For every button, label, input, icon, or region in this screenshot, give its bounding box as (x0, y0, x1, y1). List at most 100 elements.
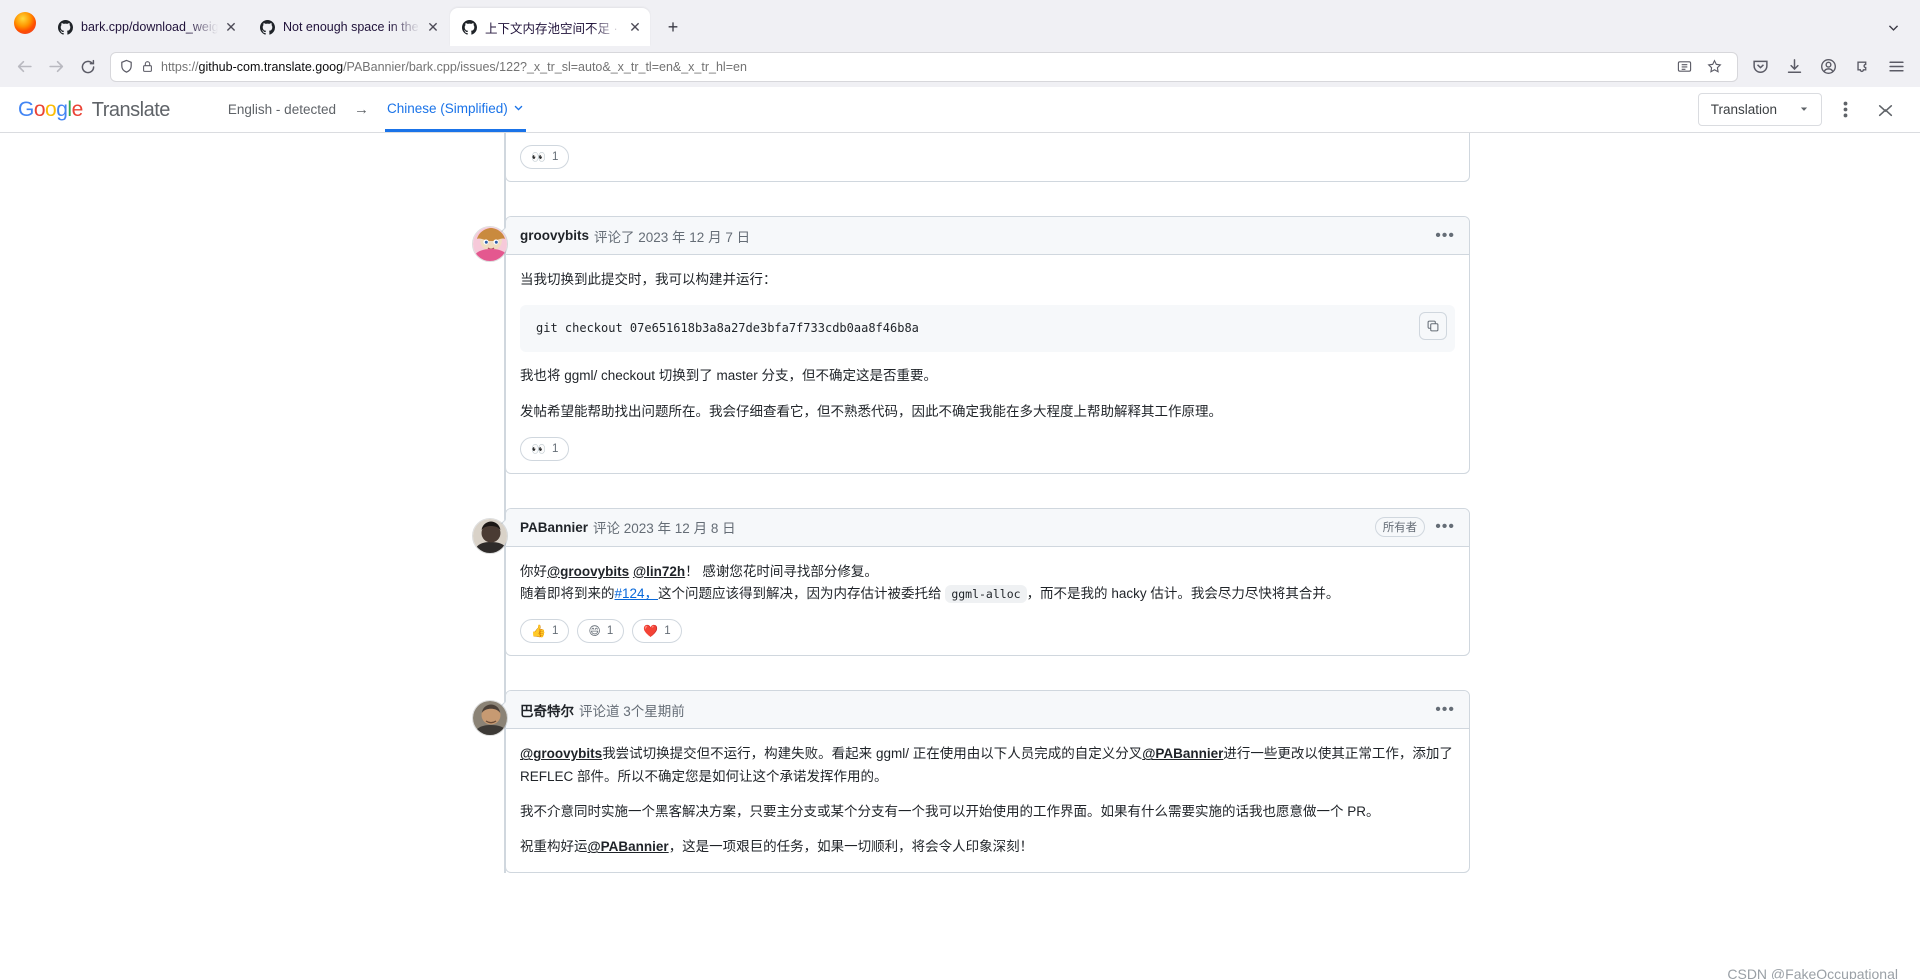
avatar[interactable] (472, 700, 508, 737)
reaction-count: 1 (606, 625, 614, 638)
downloads-icon[interactable] (1778, 51, 1810, 83)
avatar[interactable] (472, 226, 508, 263)
comment-header: groovybits 评论了 2023 年 12 月 7 日 ••• (506, 217, 1469, 256)
application-menu-icon[interactable] (1880, 51, 1912, 83)
comment-body: 也有这个问题。 (506, 133, 1469, 145)
mention-link[interactable]: @lin72h (633, 564, 685, 579)
logo-letter-e: e (71, 97, 84, 121)
browser-tab-2-close-icon[interactable]: ✕ (424, 18, 442, 36)
heart-reaction[interactable]: ❤️ 1 (632, 619, 682, 644)
browser-tab-1-title: bark.cpp/download_weigh (81, 20, 218, 34)
translation-mode-label: Translation (1710, 102, 1777, 117)
language-selector-group: English - detected → Chinese (Simplified… (226, 87, 526, 132)
browser-tab-2-title: Not enough space in the co (283, 20, 420, 34)
comment-paragraph: 当我切换到此提交时，我可以构建并运行： (520, 272, 777, 288)
eyes-icon: 👀 (531, 441, 546, 456)
new-tab-button[interactable]: + (658, 12, 688, 42)
text-prefix: 你好 (520, 563, 547, 579)
logo-letter-o2: o (45, 97, 57, 121)
comment-header: 巴奇特尔 评论道 3个星期前 ••• (506, 691, 1469, 730)
issue-link[interactable]: #124， (615, 586, 659, 601)
mention-link[interactable]: @PABannier (1142, 746, 1223, 761)
bookmark-star-icon[interactable] (1707, 59, 1722, 74)
chevron-down-icon (513, 101, 524, 116)
text-suffix: ，这是一项艰巨的任务，如果一切顺利，将会令人印象深刻！ (668, 839, 1034, 855)
toolbar-right-buttons (1744, 51, 1912, 83)
thumbs-up-reaction[interactable]: 👍 1 (520, 619, 570, 644)
mention-link[interactable]: @groovybits (547, 564, 629, 579)
text-mid: 这个问题应该得到解决，因为内存估计被委托给 (658, 586, 942, 602)
reader-view-icon[interactable] (1677, 59, 1692, 74)
mention-link[interactable]: @PABannier (588, 839, 669, 854)
chevron-down-icon (1799, 102, 1809, 117)
laugh-icon: 😄 (588, 624, 601, 639)
reactions-row: 👍 1 😄 1 ❤️ 1 (506, 619, 1469, 655)
logo-letter-o1: o (33, 97, 46, 121)
collapse-translate-bar-icon[interactable] (1868, 93, 1902, 127)
logo-letter-g2: g (56, 97, 68, 121)
text-prefix: 随着即将到来的 (520, 586, 615, 602)
account-icon[interactable] (1812, 51, 1844, 83)
comment-body: @groovybits我尝试切换提交但不运行，构建失败。看起来 ggml/ 正在… (506, 729, 1469, 872)
translate-options-menu-icon[interactable] (1828, 93, 1862, 127)
eyes-reaction[interactable]: 👀 1 (520, 436, 570, 461)
laugh-reaction[interactable]: 😄 1 (577, 619, 625, 644)
comment-paragraph: 随着即将到来的#124，这个问题应该得到解决，因为内存估计被委托给 ggml-a… (520, 583, 1455, 605)
page-content: 也有这个问题。 👀 1 (0, 133, 1920, 979)
reload-button[interactable] (72, 51, 104, 83)
mention-link[interactable]: @groovybits (520, 746, 602, 761)
browser-tab-2[interactable]: Not enough space in the co ✕ (248, 8, 448, 46)
shield-icon[interactable] (119, 59, 134, 74)
comment-body: 当我切换到此提交时，我可以构建并运行： git checkout 07e6516… (506, 255, 1469, 437)
browser-chrome: bark.cpp/download_weigh ✕ Not enough spa… (0, 0, 1920, 87)
google-translate-logo: Google Translate (18, 98, 170, 122)
reaction-count: 1 (664, 625, 671, 638)
target-language-tab[interactable]: Chinese (Simplified) (384, 87, 526, 132)
comment-card: 也有这个问题。 👀 1 (505, 133, 1470, 183)
browser-tab-3-title: 上下文内存池空间不足 · 问题 (485, 21, 622, 36)
url-bar[interactable]: https://github-com.translate.goog/PABann… (110, 51, 1738, 82)
comment-options-menu-icon[interactable]: ••• (1435, 227, 1455, 244)
comment-block-pabannier: PABannier 评论 2023 年 12 月 8 日 所有者 ••• 你好@… (450, 507, 1470, 657)
list-all-tabs-chevron-down-icon[interactable] (1878, 12, 1908, 42)
extensions-icon[interactable] (1846, 51, 1878, 83)
code-text: git checkout 07e651618b3a8a27de3bfa7f733… (536, 320, 919, 335)
thumbs-up-icon: 👍 (531, 624, 546, 639)
owner-badge: 所有者 (1374, 517, 1426, 538)
browser-tab-3-active[interactable]: 上下文内存池空间不足 · 问题 ✕ (450, 8, 650, 46)
github-icon (58, 19, 73, 35)
source-language-tab[interactable]: English - detected (226, 87, 338, 132)
back-button[interactable] (8, 51, 40, 83)
browser-tab-3-close-icon[interactable]: ✕ (626, 18, 644, 36)
browser-tab-1-close-icon[interactable]: ✕ (222, 18, 240, 36)
avatar[interactable] (472, 517, 508, 554)
issue-comment-thread: 也有这个问题。 👀 1 (450, 133, 1470, 874)
comment-paragraph: 发帖希望能帮助找出问题所在。我会仔细查看它，但不熟悉代码，因此不确定我能在多大程… (520, 403, 1222, 419)
logo-translate-word: Translate (91, 98, 171, 121)
heart-icon: ❤️ (643, 624, 659, 639)
comment-timestamp: 评论 2023 年 12 月 8 日 (593, 521, 736, 537)
browser-tab-1[interactable]: bark.cpp/download_weigh ✕ (46, 8, 246, 46)
save-to-pocket-icon[interactable] (1744, 51, 1776, 83)
copy-code-button[interactable] (1419, 311, 1447, 340)
translation-mode-dropdown[interactable]: Translation (1697, 93, 1822, 126)
text-suffix: ，而不是我的 hacky 估计。我会尽力尽快将其合并。 (1026, 586, 1340, 602)
comment-paragraph: 我也将 ggml/ checkout 切换到了 master 分支，但不确定这是… (520, 368, 938, 384)
eyes-reaction[interactable]: 👀 1 (520, 145, 570, 170)
comment-author[interactable]: PABannier (520, 520, 588, 535)
comment-author[interactable]: 巴奇特尔 (520, 700, 574, 720)
comment-block-bakhitel: 巴奇特尔 评论道 3个星期前 ••• @groovybits我尝试切换提交但不运… (450, 690, 1470, 874)
comment-paragraph: @groovybits我尝试切换提交但不运行，构建失败。看起来 ggml/ 正在… (520, 743, 1455, 788)
comment-options-menu-icon[interactable]: ••• (1435, 701, 1455, 718)
google-translate-bar: Google Translate English - detected → Ch… (0, 87, 1920, 133)
target-language-label: Chinese (Simplified) (386, 100, 508, 116)
comment-paragraph: 祝重构好运@PABannier，这是一项艰巨的任务，如果一切顺利，将会令人印象深… (520, 836, 1455, 858)
forward-button[interactable] (40, 51, 72, 83)
comment-author[interactable]: groovybits (520, 228, 589, 243)
reactions-row: 👀 1 (506, 436, 1469, 473)
comment-options-menu-icon[interactable]: ••• (1435, 519, 1455, 535)
inline-code: ggml-alloc (945, 585, 1027, 604)
comment-header: PABannier 评论 2023 年 12 月 8 日 所有者 ••• (506, 508, 1469, 547)
reaction-count: 1 (551, 625, 559, 638)
lock-icon[interactable] (141, 60, 154, 73)
